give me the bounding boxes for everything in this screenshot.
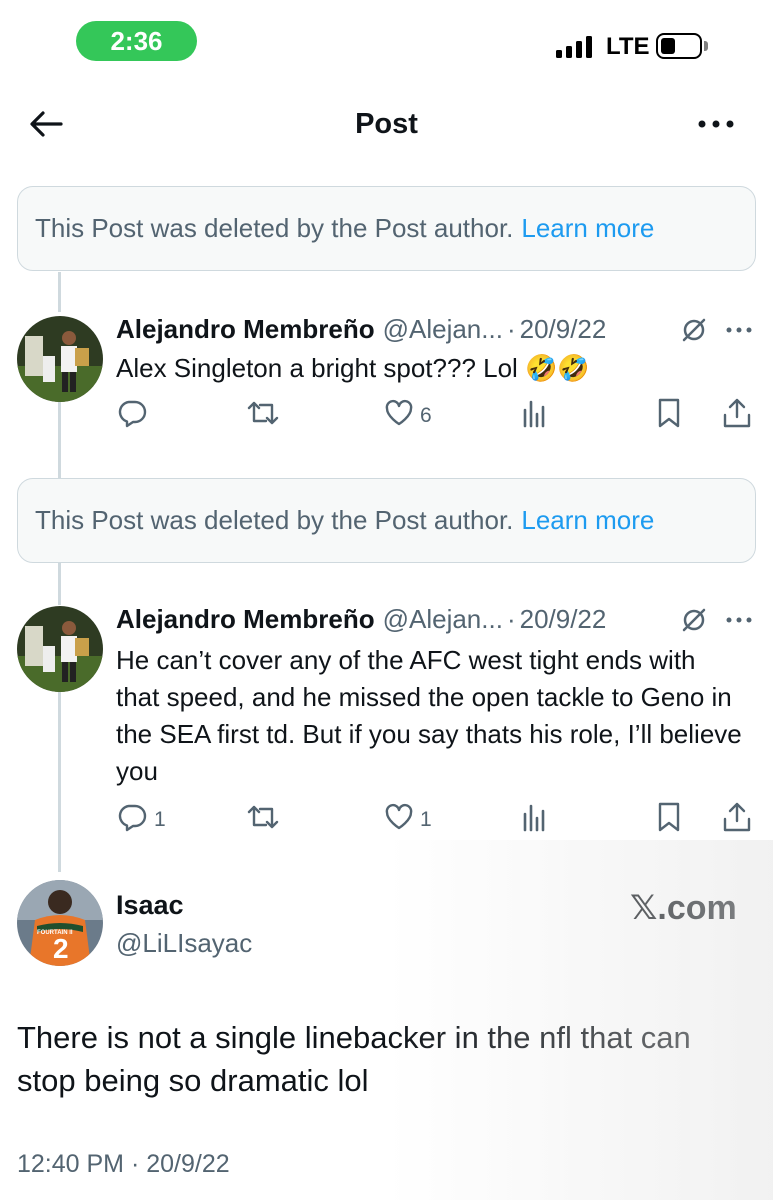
deleted-notice-text: This Post was deleted by the Post author…	[35, 505, 514, 535]
tweet-text: Alex Singleton a bright spot??? Lol 🤣🤣	[116, 353, 590, 383]
retweet-icon	[246, 801, 280, 839]
author-handle[interactable]: @Alejan...	[383, 314, 503, 345]
bookmark-button[interactable]	[656, 397, 682, 435]
retweet-button[interactable]	[246, 400, 286, 432]
share-button[interactable]	[722, 801, 752, 839]
post-date[interactable]: 20/9/22	[520, 604, 607, 635]
deleted-post-notice: This Post was deleted by the Post author…	[17, 478, 756, 563]
bookmark-icon	[656, 801, 682, 839]
reply-icon	[116, 801, 148, 839]
tweet-header: Alejandro Membreño @Alejan... · 20/9/22	[116, 604, 606, 635]
deleted-post-notice: This Post was deleted by the Post author…	[17, 186, 756, 271]
tweet-more-icon[interactable]	[724, 606, 754, 634]
post-text: There is not a single linebacker in the …	[17, 1020, 691, 1098]
more-options-icon[interactable]	[694, 106, 738, 142]
retweet-icon	[246, 397, 280, 435]
share-icon	[722, 397, 752, 435]
tweet-more-icon[interactable]	[724, 316, 754, 344]
share-icon	[722, 801, 752, 839]
network-label: LTE	[606, 33, 650, 60]
battery-icon	[656, 33, 702, 59]
avatar[interactable]	[17, 316, 103, 402]
author-handle[interactable]: @Alejan...	[383, 604, 503, 635]
tweet-text: He can’t cover any of the AFC west tight…	[116, 645, 742, 786]
reply-icon	[116, 397, 148, 435]
heart-icon	[384, 802, 414, 838]
jersey-name: FOURTAIN II	[37, 930, 73, 936]
learn-more-link[interactable]: Learn more	[521, 213, 654, 244]
hidden-reply-icon[interactable]	[680, 316, 708, 344]
views-button[interactable]	[521, 804, 549, 836]
watermark: 𝕏.com	[630, 889, 737, 927]
thread-line	[58, 402, 61, 478]
post-date[interactable]: 20/9/22	[520, 314, 607, 345]
tweet-header: Alejandro Membreño @Alejan... · 20/9/22	[116, 314, 606, 345]
thread-line	[58, 692, 61, 872]
heart-icon	[384, 398, 414, 434]
like-count: 6	[420, 404, 432, 427]
author-name[interactable]: Alejandro Membreño	[116, 314, 375, 345]
separator: ·	[506, 314, 516, 344]
analytics-icon	[521, 398, 549, 434]
learn-more-link[interactable]: Learn more	[521, 505, 654, 536]
like-button[interactable]: 1	[384, 802, 432, 838]
jersey-number: 2	[53, 933, 69, 964]
avatar[interactable]: 2 FOURTAIN II	[17, 880, 103, 966]
page-title: Post	[355, 108, 418, 140]
signal-icon	[556, 36, 592, 58]
retweet-button[interactable]	[246, 804, 286, 836]
battery-tip	[704, 41, 708, 51]
views-button[interactable]	[521, 400, 549, 432]
author-name[interactable]: Alejandro Membreño	[116, 604, 375, 635]
thread-line	[58, 272, 61, 312]
separator: ·	[506, 604, 516, 634]
bookmark-icon	[656, 397, 682, 435]
reply-count: 1	[154, 808, 166, 831]
post-timestamp[interactable]: 12:40 PM · 20/9/22	[17, 1150, 230, 1179]
avatar[interactable]	[17, 606, 103, 692]
hidden-reply-icon[interactable]	[680, 606, 708, 634]
reply-button[interactable]: 1	[116, 804, 166, 836]
tweet-actions: 6	[116, 397, 756, 435]
deleted-notice-text: This Post was deleted by the Post author…	[35, 213, 514, 243]
status-time: 2:36	[76, 21, 197, 61]
analytics-icon	[521, 802, 549, 838]
thread-line	[58, 563, 61, 605]
author-name[interactable]: Isaac	[116, 890, 184, 921]
author-handle[interactable]: @LiLIsayac	[116, 928, 252, 959]
like-button[interactable]: 6	[384, 398, 432, 434]
reply-button[interactable]	[116, 400, 154, 432]
like-count: 1	[420, 808, 432, 831]
tweet-actions: 1 1	[116, 801, 756, 839]
bookmark-button[interactable]	[656, 801, 682, 839]
share-button[interactable]	[722, 397, 752, 435]
